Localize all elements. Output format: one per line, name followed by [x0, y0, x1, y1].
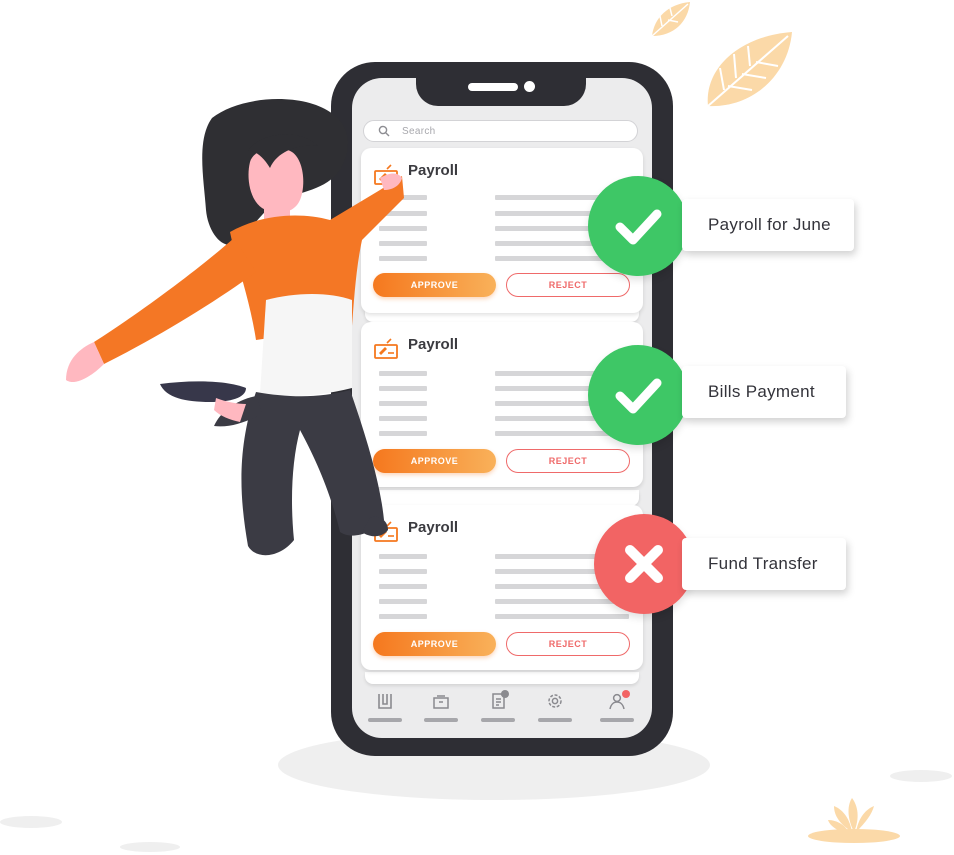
- status-badge-approved: [588, 176, 688, 276]
- cross-icon: [625, 545, 663, 583]
- status-label: Payroll for June: [682, 199, 854, 251]
- status-label: Bills Payment: [682, 366, 846, 418]
- status-badge-approved: [588, 345, 688, 445]
- status-label: Fund Transfer: [682, 538, 846, 590]
- checkmark-icon: [615, 209, 662, 245]
- status-badge-rejected: [594, 514, 694, 614]
- jumping-woman-illustration: [66, 99, 404, 556]
- illustration-scene: Search Payroll APPROVE REJECT Payroll AP…: [0, 0, 954, 855]
- checkmark-icon: [615, 378, 662, 414]
